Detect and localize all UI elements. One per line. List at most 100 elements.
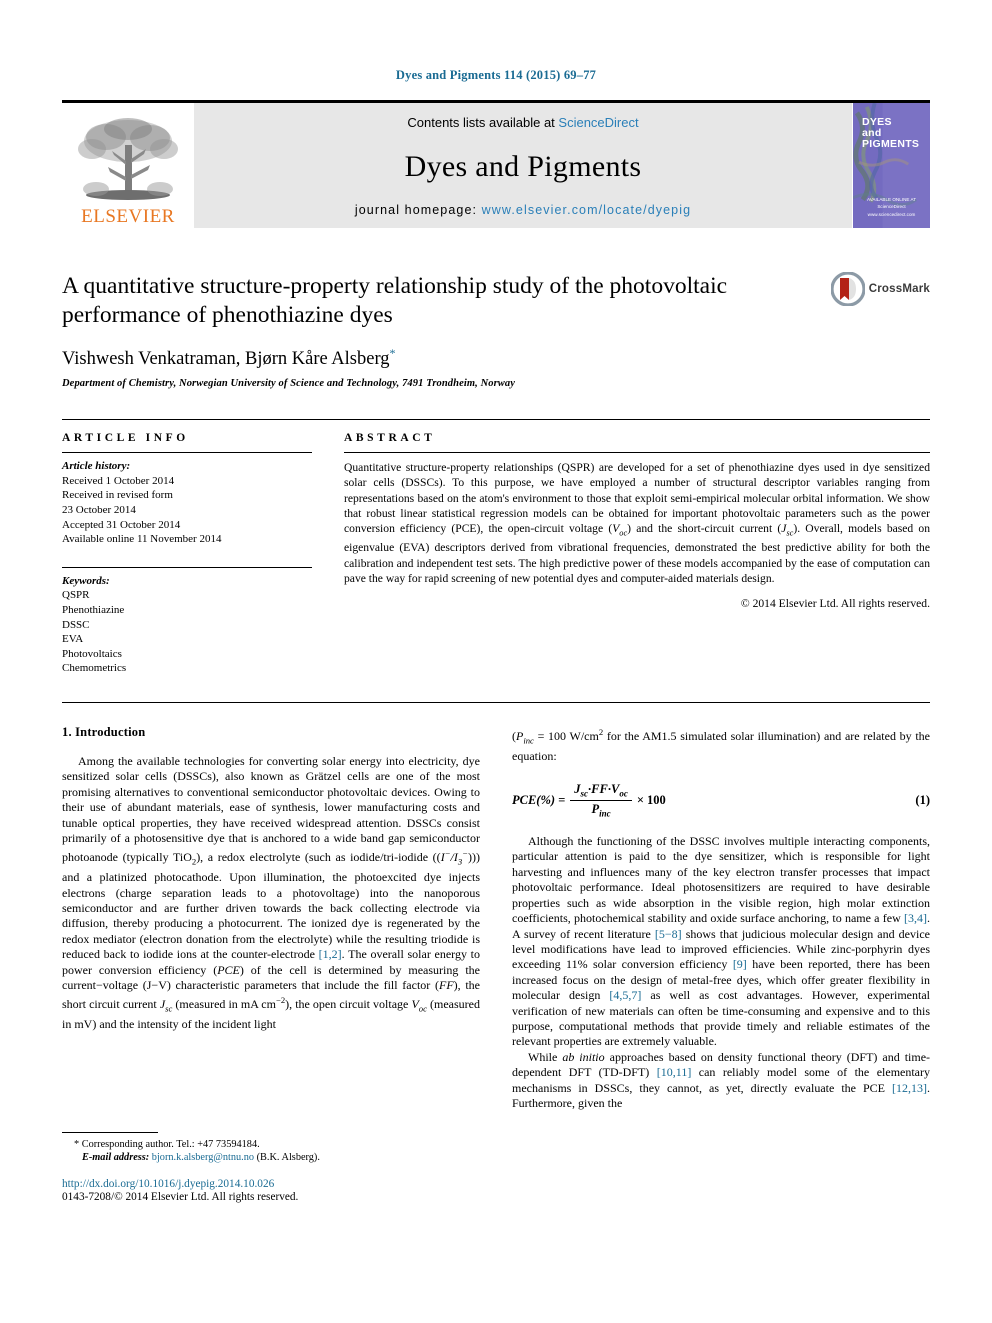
keyword-item: Photovoltaics — [62, 647, 122, 660]
eq-jsc-sub: sc — [580, 788, 589, 799]
crossmark-icon — [830, 272, 865, 306]
corresponding-author-text: Corresponding author. Tel.: +47 73594184… — [81, 1138, 260, 1150]
article-info-heading: ARTICLE INFO — [62, 432, 189, 445]
keywords-block: Keywords: QSPR Phenothiazine DSSC EVA Ph… — [62, 561, 312, 676]
citation-1-2[interactable]: [1,2] — [319, 947, 342, 961]
citation-9[interactable]: [9] — [733, 957, 747, 971]
cm-superscript: −2 — [275, 995, 286, 1006]
keyword-item: Phenothiazine — [62, 603, 125, 616]
cover-footer-line-3: www.sciencedirect.com — [867, 211, 916, 217]
pinc-part-b: = 100 W/cm — [533, 728, 599, 743]
doi-link[interactable]: http://dx.doi.org/10.1016/j.dyepig.2014.… — [62, 1178, 480, 1190]
history-item: 23 October 2014 — [62, 503, 136, 516]
pce-italic: PCE — [217, 962, 240, 977]
email-note: E-mail address: bjorn.k.alsberg@ntnu.no … — [62, 1151, 480, 1164]
intro-part-g: (measured in mA cm — [172, 997, 276, 1012]
corresponding-author-marker: * — [389, 346, 396, 360]
abstract-column: ABSTRACT Quantitative structure-property… — [344, 420, 930, 676]
homepage-prefix: journal homepage: — [354, 203, 482, 217]
cover-title: DYES and PIGMENTS — [862, 117, 919, 150]
sciencedirect-link[interactable]: ScienceDirect — [558, 115, 638, 130]
email-suffix: (B.K. Alsberg). — [256, 1152, 320, 1164]
abstract-text: Quantitative structure-property relation… — [344, 453, 930, 586]
dssc-part-a: Although the functioning of the DSSC inv… — [512, 834, 930, 926]
voc-italic: V — [411, 997, 419, 1012]
right-column: (Pinc = 100 W/cm2 for the AM1.5 simulate… — [512, 725, 930, 1203]
contents-prefix: Contents lists available at — [407, 115, 559, 130]
author-list: Vishwesh Venkatraman, Bjørn Kåre Alsberg… — [62, 346, 930, 370]
journal-band: Contents lists available at ScienceDirec… — [194, 103, 852, 228]
equation-1: PCE(%) = Jsc·FF·Voc Pinc × 100 (1) — [512, 782, 930, 818]
intro-part-a: Among the available technologies for con… — [62, 753, 480, 865]
article-page: Dyes and Pigments 114 (2015) 69–77 ELSEV… — [0, 0, 992, 1323]
eq-pinc: P — [591, 801, 600, 816]
article-history-block: Article history: Received 1 October 2014… — [62, 453, 312, 547]
intro-part-c: ))) and a platinized photocathode. Upon … — [62, 850, 480, 962]
ff-italic: FF — [438, 977, 454, 992]
equation-denominator: Pinc — [587, 801, 614, 819]
history-item: Available online 11 November 2014 — [62, 533, 222, 546]
keyword-item: DSSC — [62, 618, 90, 631]
equation-number: (1) — [915, 792, 930, 807]
citation-4-5-7[interactable]: [4,5,7] — [609, 988, 641, 1002]
eq-voc-sub: oc — [619, 788, 628, 799]
article-info-column: ARTICLE INFO Article history: Received 1… — [62, 420, 312, 676]
homepage-link[interactable]: www.elsevier.com/locate/dyepig — [482, 203, 691, 217]
article-history-label: Article history: — [62, 460, 131, 473]
issn-copyright: 0143-7208/© 2014 Elsevier Ltd. All right… — [62, 1190, 299, 1203]
journal-title: Dyes and Pigments — [404, 149, 642, 183]
citation-5-8[interactable]: [5−8] — [655, 927, 682, 941]
incident-light-paragraph: (Pinc = 100 W/cm2 for the AM1.5 simulate… — [512, 725, 930, 764]
email-link[interactable]: bjorn.k.alsberg@ntnu.no — [152, 1152, 254, 1163]
equation-multiplier: × 100 — [636, 792, 666, 807]
body-columns: 1. Introduction Among the available tech… — [62, 701, 930, 1203]
iodide-slash: /I — [450, 850, 458, 865]
cover-footer-line-1: AVAILABLE ONLINE AT — [866, 196, 917, 202]
cover-footer: AVAILABLE ONLINE AT ScienceDirect www.sc… — [853, 196, 930, 218]
keyword-item: Chemometrics — [62, 662, 127, 675]
dssc-function-paragraph: Although the functioning of the DSSC inv… — [512, 834, 930, 1050]
intro-part-b: ), a redox electrolyte (such as iodide/t… — [196, 850, 441, 865]
history-item: Received in revised form — [62, 489, 173, 502]
ab-initio-paragraph: While ab initio approaches based on dens… — [512, 1050, 930, 1112]
elsevier-tree-icon — [78, 118, 178, 200]
citation-3-4[interactable]: [3,4] — [904, 911, 927, 925]
journal-cover-thumbnail[interactable]: DYES and PIGMENTS AVAILABLE ONLINE AT Sc… — [852, 103, 930, 228]
left-column: 1. Introduction Among the available tech… — [62, 725, 480, 1203]
footnote-marker: * — [74, 1138, 80, 1150]
citation-12-13[interactable]: [12,13] — [892, 1081, 927, 1095]
page-footnote: * Corresponding author. Tel.: +47 735941… — [62, 1131, 480, 1203]
citation-10-11[interactable]: [10,11] — [657, 1065, 692, 1079]
corresponding-author-note: * Corresponding author. Tel.: +47 735941… — [62, 1138, 480, 1151]
contents-available-line: Contents lists available at ScienceDirec… — [407, 115, 638, 130]
eq-ff-voc: ·FF·V — [588, 782, 620, 797]
abstract-copyright: © 2014 Elsevier Ltd. All rights reserved… — [740, 597, 930, 611]
history-item: Received 1 October 2014 — [62, 474, 175, 487]
keyword-item: QSPR — [62, 589, 90, 602]
intro-paragraph: Among the available technologies for con… — [62, 754, 480, 1033]
running-head: Dyes and Pigments 114 (2015) 69–77 — [395, 68, 597, 82]
footnote-rule — [62, 1131, 158, 1133]
crossmark-badge[interactable]: CrossMark — [830, 272, 930, 306]
eq-pinc-sub: inc — [599, 808, 611, 819]
abinitio-part-a: While — [528, 1049, 563, 1064]
cover-title-line-3: PIGMENTS — [862, 138, 920, 150]
abstract-part-2: ) and the short-circuit current ( — [627, 521, 782, 535]
intro-part-h: ), the open circuit voltage — [285, 997, 412, 1012]
crossmark-label: CrossMark — [868, 283, 930, 295]
journal-homepage-line: journal homepage: www.elsevier.com/locat… — [355, 203, 691, 217]
info-abstract-section: ARTICLE INFO Article history: Received 1… — [62, 419, 930, 676]
title-block: CrossMark A quantitative structure-prope… — [62, 272, 930, 389]
email-label: E-mail address: — [82, 1152, 150, 1164]
pinc-subscript: inc — [523, 735, 534, 746]
author-names: Vishwesh Venkatraman, Bjørn Kåre Alsberg — [62, 349, 390, 370]
journal-masthead: ELSEVIER Contents lists available at Sci… — [62, 100, 930, 228]
ab-initio-italic: ab initio — [562, 1049, 605, 1064]
equation-numerator: Jsc·FF·Voc — [570, 782, 632, 801]
keyword-item: EVA — [62, 633, 84, 646]
abstract-heading: ABSTRACT — [344, 432, 436, 445]
affiliation: Department of Chemistry, Norwegian Unive… — [62, 378, 516, 390]
page-title: A quantitative structure-property relati… — [62, 273, 728, 328]
elsevier-wordmark: ELSEVIER — [81, 206, 175, 227]
voc-subscript: oc — [619, 528, 628, 538]
